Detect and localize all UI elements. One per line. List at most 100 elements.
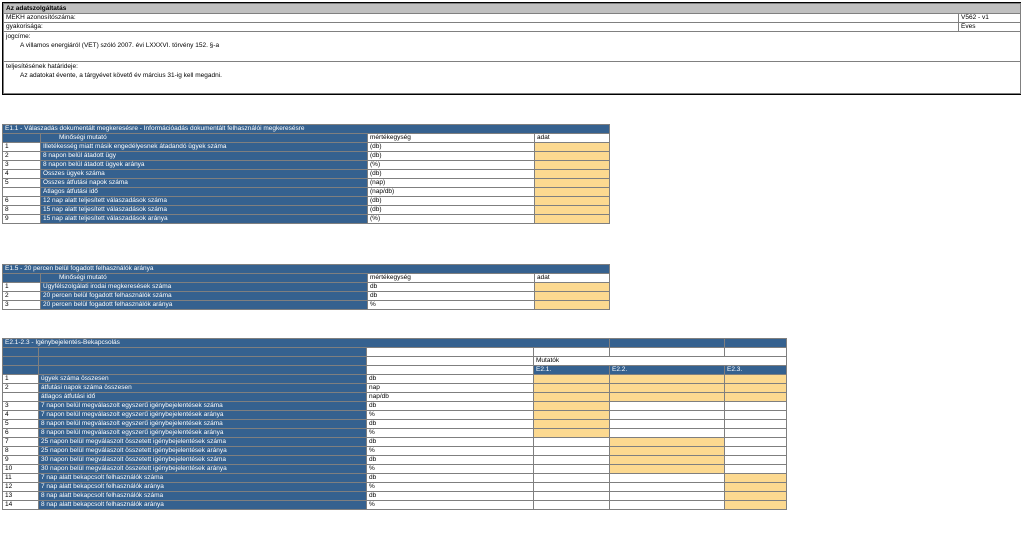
table-row: 2 20 percen belül fogadott felhasználók s… [2,291,611,301]
unit-cell: db [366,374,534,384]
data-input-cell[interactable] [609,464,726,474]
empty-cell [532,473,611,483]
metric-label: 15 nap alatt teljesített válaszadások sz… [40,205,368,215]
data-input-cell[interactable] [532,374,611,384]
data-input-cell[interactable] [724,392,788,402]
metric-label: 7 nap alatt bekapcsolt felhasználók arán… [38,482,367,492]
empty-cell [724,464,788,474]
table-row: 6 12 nap alatt teljesített válaszadások s… [2,196,611,206]
data-input-cell[interactable] [609,437,726,447]
mekh-label: MEKH azonosítószáma: [3,13,959,23]
deadline-label: teljesítésének határideje: [6,63,78,70]
row-number: 5 [2,419,39,429]
metric-label: 25 napon belül megválaszolt összetett ig… [38,437,367,447]
table-row: 3 20 percen belül fogadott felhasználók a… [2,300,611,310]
empty-cell [532,500,611,510]
unit-cell: (db) [367,205,535,215]
data-input-cell[interactable] [533,282,611,292]
unit-cell: % [366,500,534,510]
legal-text: A villamos energiáról (VET) szóló 2007. … [20,42,220,49]
table-row: átlagos átfutási idő nap/db [2,392,788,402]
table-row: 68 napon belül megválaszolt egyszerű igé… [2,428,788,438]
empty-cell [532,455,611,465]
row-number: 3 [2,160,41,170]
row-number: 11 [2,473,39,483]
empty-cell [609,491,726,501]
section2-col-value: adat [533,273,611,283]
empty-cell [609,482,726,492]
data-input-cell[interactable] [533,187,611,197]
unit-cell: (db) [367,169,535,179]
metric-label: 7 nap alatt bekapcsolt felhasználók szám… [38,473,367,483]
unit-cell: % [367,300,535,310]
data-input-cell[interactable] [533,291,611,301]
unit-cell: % [366,428,534,438]
data-input-cell[interactable] [724,500,788,510]
empty-cell [609,500,726,510]
table-row: 2 átfutási napok száma összesen nap [2,383,788,393]
metric-label: 30 napon belül megválaszolt összetett ig… [38,455,367,465]
unit-cell: (db) [367,151,535,161]
data-input-cell[interactable] [532,419,611,429]
data-input-cell[interactable] [609,383,726,393]
table-row: 8 15 nap alatt teljesített válaszadások s… [2,205,611,215]
data-input-cell[interactable] [532,428,611,438]
data-input-cell[interactable] [533,300,611,310]
table-row: 58 napon belül megválaszolt egyszerű igé… [2,419,788,429]
unit-cell: % [366,410,534,420]
empty-cell [609,473,726,483]
data-input-cell[interactable] [533,151,611,161]
section3-mutatok: Mutatók [532,356,788,366]
unit-cell: (%) [367,214,535,224]
metric-label: átfutási napok száma összesen [38,383,367,393]
metric-label: 20 percen belül fogadott felhasználók sz… [40,291,368,301]
row-number [2,187,41,197]
unit-cell: db [367,291,535,301]
metric-label: Ügyfélszolgálati irodai megkeresések szá… [40,282,368,292]
data-input-cell[interactable] [609,446,726,456]
data-input-cell[interactable] [609,392,726,402]
data-input-cell[interactable] [533,160,611,170]
section1-title: E1.1 - Válaszadás dokumentált megkeresés… [1,124,611,134]
empty-cell [532,437,611,447]
metric-label: átlagos átfutási idő [38,392,367,402]
empty-cell [532,491,611,501]
data-input-cell[interactable] [724,482,788,492]
data-input-cell[interactable] [609,455,726,465]
data-input-cell[interactable] [724,383,788,393]
empty-cell [532,464,611,474]
legal-cell: jogcíme: A villamos energiáról (VET) szó… [2,31,1022,62]
data-input-cell[interactable] [724,491,788,501]
data-input-cell[interactable] [533,142,611,152]
data-input-cell[interactable] [533,205,611,215]
data-input-cell[interactable] [533,169,611,179]
data-input-cell[interactable] [724,473,788,483]
legal-label: jogcíme: [6,33,31,40]
data-input-cell[interactable] [532,410,611,420]
table-row: 7 25 napon belül megválaszolt összetett i… [2,437,788,447]
row-number: 8 [2,446,39,456]
table-row: 10 30 napon belül megválaszolt összetett … [2,464,788,474]
unit-cell: db [366,455,534,465]
empty-cell [724,419,788,429]
empty-cell [724,455,788,465]
table-row: 12 7 nap alatt bekapcsolt felhasználók ar… [2,482,788,492]
data-input-cell[interactable] [533,214,611,224]
unit-cell: db [366,473,534,483]
freq-value: Éves [957,22,1022,32]
row-number: 8 [2,205,41,215]
table-row: 1 Ügyfélszolgálati irodai megkeresések sz… [2,282,611,292]
data-input-cell[interactable] [532,392,611,402]
data-input-cell[interactable] [609,374,726,384]
data-input-cell[interactable] [724,374,788,384]
freq-label: gyakorisága: [3,22,959,32]
row-number: 2 [2,291,41,301]
data-input-cell[interactable] [533,178,611,188]
table-row: 8 25 napon belül megválaszolt összetett i… [2,446,788,456]
data-input-cell[interactable] [532,401,611,411]
table-row: 47 napon belül megválaszolt egyszerű igé… [2,410,788,420]
section1-col-unit: mértékegység [367,133,535,143]
data-input-cell[interactable] [532,383,611,393]
data-input-cell[interactable] [533,196,611,206]
header-block: Az adatszolgáltatás MEKH azonosítószáma:… [2,2,1022,95]
